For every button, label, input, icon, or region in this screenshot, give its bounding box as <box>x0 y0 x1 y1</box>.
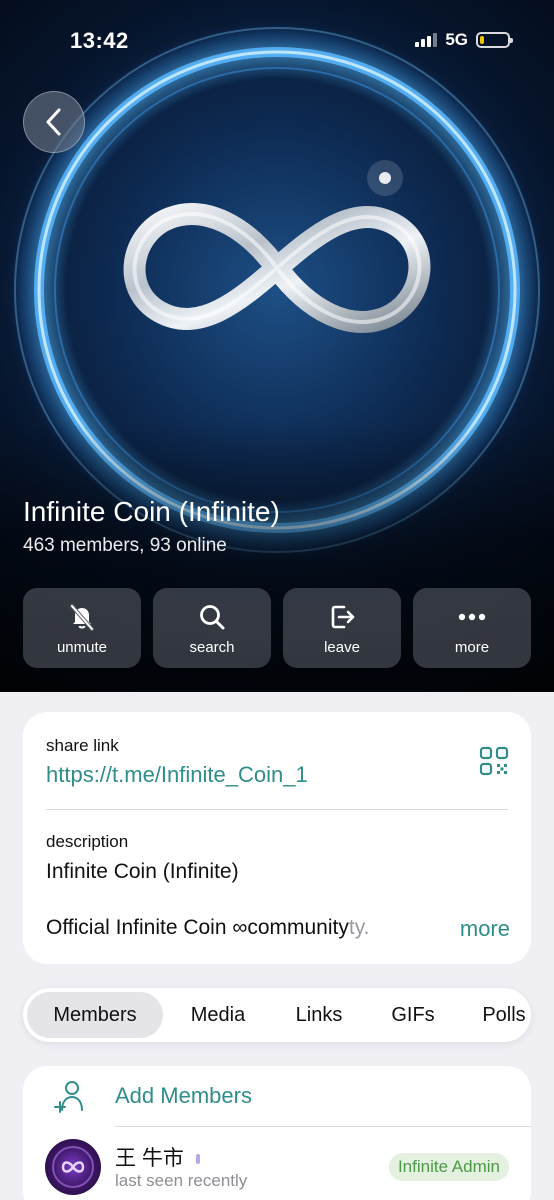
group-header: 13:42 5G Infinite Coin (Infinite) 463 me… <box>0 0 554 692</box>
description-more-link[interactable]: more <box>460 916 510 942</box>
unmute-button[interactable]: unmute <box>23 588 141 668</box>
action-bar: unmute search leave more <box>23 588 531 668</box>
add-members-button[interactable]: Add Members <box>115 1083 252 1109</box>
description-line-1: Infinite Coin (Infinite) <box>46 860 239 883</box>
tab-polls[interactable]: Polls <box>467 988 531 1042</box>
share-link[interactable]: https://t.me/Infinite_Coin_1 <box>46 762 308 788</box>
tab-members[interactable]: Members <box>27 992 163 1038</box>
signal-icon <box>415 33 438 47</box>
member-last-seen: last seen recently <box>115 1171 248 1190</box>
search-button[interactable]: search <box>153 588 271 668</box>
group-info-screen: 13:42 5G Infinite Coin (Infinite) 463 me… <box>0 0 554 1200</box>
description-label: description <box>46 832 129 851</box>
avatar-image <box>52 1146 94 1188</box>
more-label: more <box>454 638 490 656</box>
member-name: 王 牛市 <box>115 1142 200 1172</box>
leave-button[interactable]: leave <box>283 588 401 668</box>
bell-slash-icon <box>66 601 98 633</box>
members-card: Add Members 王 牛市 last seen recently Infi… <box>23 1066 531 1200</box>
unmute-label: unmute <box>56 638 108 656</box>
tab-media[interactable]: Media <box>173 988 263 1042</box>
status-indicators: 5G <box>415 30 513 50</box>
name-emoji-icon <box>195 1154 200 1165</box>
leave-icon <box>326 601 358 633</box>
tab-gifs[interactable]: GIFs <box>375 988 451 1042</box>
status-bar: 13:42 5G <box>0 0 554 80</box>
group-member-count: 463 members, 93 online <box>23 535 227 556</box>
more-button[interactable]: more <box>413 588 531 668</box>
share-link-label: share link <box>46 736 119 755</box>
qr-code-icon[interactable] <box>479 746 509 776</box>
search-icon <box>196 601 228 633</box>
group-title: Infinite Coin (Infinite) <box>23 496 280 527</box>
description-line-2-fade: ty. <box>348 916 370 939</box>
search-label: search <box>189 638 235 656</box>
tab-links[interactable]: Links <box>279 988 359 1042</box>
avatar[interactable] <box>45 1139 101 1195</box>
battery-low-icon <box>476 32 513 48</box>
media-tabs: Members Media Links GIFs Polls <box>23 988 531 1042</box>
member-name-text: 王 牛市 <box>115 1147 184 1170</box>
status-time: 13:42 <box>70 28 129 53</box>
admin-badge: Infinite Admin <box>388 1153 509 1181</box>
add-user-icon[interactable] <box>53 1078 89 1114</box>
members-divider <box>115 1126 531 1127</box>
back-button[interactable] <box>23 91 85 153</box>
chevron-left-icon <box>46 108 61 136</box>
info-card: share link https://t.me/Infinite_Coin_1 … <box>23 712 531 964</box>
description-line-2: Official Infinite Coin ∞communityty. <box>46 916 369 940</box>
leave-label: leave <box>324 638 360 656</box>
info-divider <box>46 809 508 810</box>
network-type: 5G <box>445 30 468 49</box>
ellipsis-icon <box>456 601 488 633</box>
description-line-2-main: Official Infinite Coin ∞community <box>46 916 349 939</box>
